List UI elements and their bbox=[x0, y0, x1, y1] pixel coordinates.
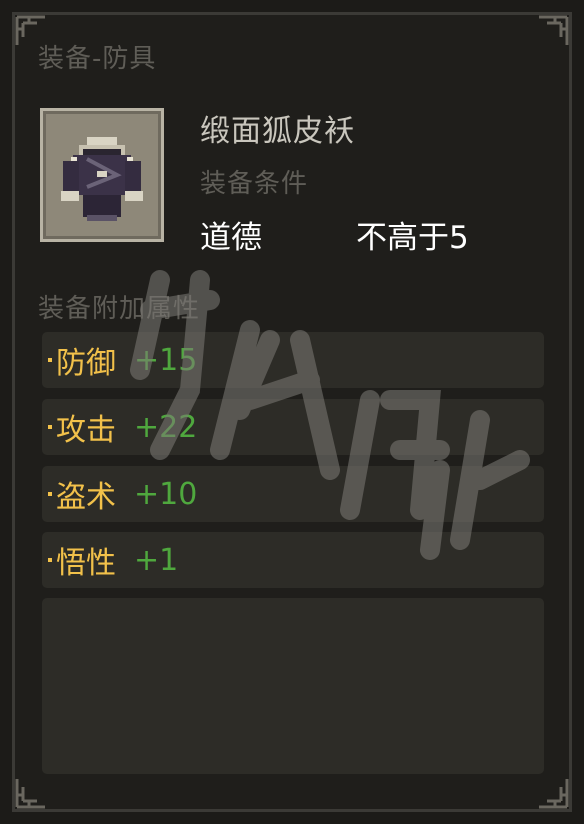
corner-ornament bbox=[535, 15, 569, 49]
bullet-dot bbox=[48, 558, 52, 562]
bonus-attribute: 盗术 bbox=[56, 480, 116, 515]
condition-title: 装备条件 bbox=[200, 169, 309, 199]
corner-ornament bbox=[15, 775, 49, 809]
condition-requirement: 不高于5 bbox=[356, 220, 469, 256]
bonus-value: +1 bbox=[134, 542, 179, 578]
bullet-dot bbox=[48, 425, 52, 429]
fur-coat-icon bbox=[61, 137, 143, 221]
bonus-attribute: 防御 bbox=[56, 346, 116, 381]
bullet-dot bbox=[48, 492, 52, 496]
bonus-attribute: 攻击 bbox=[56, 413, 116, 448]
bonus-value: +15 bbox=[134, 342, 198, 378]
condition-attribute: 道德 bbox=[200, 220, 262, 256]
bonus-value: +22 bbox=[134, 409, 198, 445]
bonus-row: 防御 +15 bbox=[42, 332, 544, 388]
bonus-section-title: 装备附加属性 bbox=[38, 294, 201, 324]
bonus-value: +10 bbox=[134, 476, 198, 512]
item-category-label: 装备-防具 bbox=[38, 44, 157, 74]
bonus-row: 攻击 +22 bbox=[42, 399, 544, 455]
bonus-row: 盗术 +10 bbox=[42, 466, 544, 522]
item-name: 缎面狐皮袄 bbox=[200, 114, 355, 149]
corner-ornament bbox=[535, 775, 569, 809]
bullet-dot bbox=[48, 358, 52, 362]
item-icon-slot bbox=[40, 108, 164, 242]
bonus-attribute: 悟性 bbox=[56, 546, 116, 581]
empty-description-box bbox=[42, 598, 544, 774]
bonus-row: 悟性 +1 bbox=[42, 532, 544, 588]
